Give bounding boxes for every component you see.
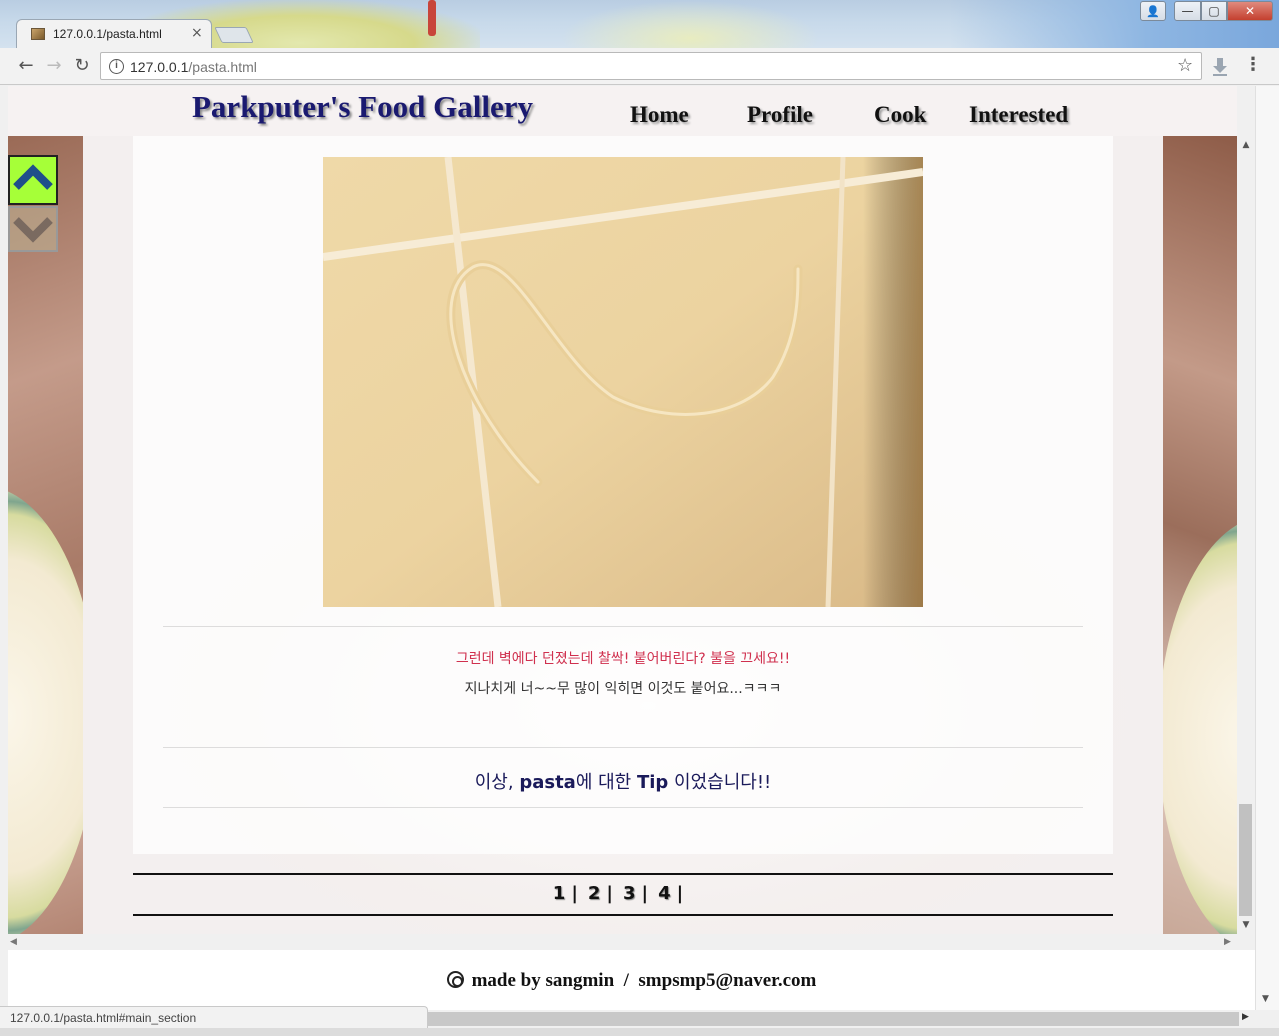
minimize-icon: — — [1181, 4, 1194, 18]
bullseye-icon — [446, 971, 464, 988]
site-footer: made by sangmin / smpsmp5@naver.com — [8, 950, 1255, 1010]
favicon-icon — [31, 28, 45, 40]
scroll-left-arrow-icon[interactable]: ◀ — [10, 934, 17, 950]
page-viewport: Parkputer's Food Gallery Home Profile Co… — [8, 86, 1237, 934]
nav-interested[interactable]: Interested — [969, 102, 1068, 128]
status-url: 127.0.0.1/pasta.html#main_section — [10, 1011, 197, 1025]
chevron-down-icon — [13, 217, 53, 243]
desktop-background-3 — [428, 0, 436, 36]
pasta-on-wall-photo — [323, 157, 923, 607]
tip-keyword-tip: Tip — [636, 772, 669, 793]
scroll-down-button[interactable] — [8, 206, 58, 252]
caption-note: 지나치게 너~~무 많이 익히면 이것도 붙어요...ㅋㅋㅋ — [464, 681, 782, 697]
scroll-right-arrow-icon[interactable]: ▶ — [1224, 934, 1231, 950]
inner-horizontal-scrollbar[interactable]: ◀ ▶ — [8, 934, 1237, 950]
window-titlebar: 127.0.0.1/pasta.html × 👤 — ▢ ✕ — [0, 0, 1279, 49]
scroll-down-arrow-icon[interactable]: ▼ — [1262, 994, 1269, 1004]
new-tab-button[interactable] — [214, 27, 254, 43]
browser-toolbar: ← → ↻ i 127.0.0.1/pasta.html ☆ ⋮ — [0, 48, 1279, 85]
scroll-down-arrow-icon[interactable]: ▼ — [1237, 916, 1255, 934]
divider — [163, 807, 1083, 808]
reload-icon[interactable]: ↻ — [70, 54, 94, 78]
nav-cook[interactable]: Cook — [874, 102, 926, 128]
info-icon[interactable]: i — [109, 59, 124, 74]
scroll-right-arrow-icon[interactable]: ▶ — [1242, 1012, 1249, 1022]
site-header: Parkputer's Food Gallery Home Profile Co… — [8, 86, 1237, 136]
chevron-up-icon — [13, 164, 53, 190]
scrollbar-thumb[interactable] — [1239, 804, 1252, 916]
tip-keyword-pasta: pasta — [519, 772, 576, 793]
footer-text: made by sangmin / smpsmp5@naver.com — [471, 970, 817, 991]
url-path: /pasta.html — [188, 59, 257, 75]
kebab-menu-icon[interactable]: ⋮ — [1244, 54, 1262, 75]
inner-vertical-scrollbar[interactable]: ▲ ▼ — [1237, 86, 1255, 934]
tip-text-2: 에 대한 — [575, 772, 637, 793]
tab-title: 127.0.0.1/pasta.html — [53, 27, 162, 41]
page-vertical-scrollbar[interactable]: ▼ — [1255, 86, 1279, 1010]
tip-text-1: 이상, — [474, 772, 520, 793]
footer-credit: made by sangmin / smpsmp5@naver.com — [8, 970, 1255, 992]
page-link-4[interactable]: 4 — [658, 883, 671, 904]
desktop-background-2 — [560, 0, 820, 48]
taskbar-edge — [0, 1028, 1279, 1036]
caption-tip: 그런데 벽에다 던졌는데 찰싹! 붙어버린다? 불을 끄세요!! — [455, 651, 791, 667]
user-icon: 👤 — [1146, 5, 1160, 18]
forward-arrow-icon[interactable]: → — [42, 54, 66, 78]
page-link-1[interactable]: 1 — [553, 883, 566, 904]
url-host: 127.0.0.1 — [130, 59, 189, 75]
bookmark-star-icon[interactable]: ☆ — [1177, 55, 1193, 76]
maximize-button[interactable]: ▢ — [1201, 1, 1227, 21]
page-separator: | — [606, 883, 613, 904]
tip-text-3: 이었습니다!! — [668, 772, 772, 793]
scroll-up-button[interactable] — [8, 155, 58, 205]
pagination: 1 | 2 | 3 | 4 | — [133, 883, 1113, 904]
pager-top-rule — [133, 873, 1113, 875]
close-window-button[interactable]: ✕ — [1227, 1, 1273, 21]
close-icon: ✕ — [1244, 4, 1256, 18]
minimize-button[interactable]: — — [1174, 1, 1201, 21]
page-link-3[interactable]: 3 — [623, 883, 636, 904]
photo-image — [323, 157, 923, 607]
page-separator: | — [641, 883, 649, 904]
divider — [163, 626, 1083, 627]
back-arrow-icon[interactable]: ← — [14, 54, 38, 78]
site-title[interactable]: Parkputer's Food Gallery — [192, 89, 533, 125]
tip-summary: 이상, pasta에 대한 Tip 이었습니다!! — [133, 768, 1113, 794]
page-horizontal-scrollbar[interactable] — [428, 1012, 1239, 1026]
url-text[interactable]: 127.0.0.1/pasta.html — [130, 59, 257, 75]
tab-close-icon[interactable]: × — [191, 25, 203, 41]
page-separator: | — [676, 883, 684, 904]
download-icon[interactable] — [1210, 56, 1230, 76]
main-section: 그런데 벽에다 던졌는데 찰싹! 붙어버린다? 불을 끄세요!! 지나치게 너~… — [133, 136, 1113, 854]
status-bar: 127.0.0.1/pasta.html#main_section — [0, 1006, 428, 1028]
maximize-icon: ▢ — [1208, 4, 1220, 18]
user-profile-button[interactable]: 👤 — [1140, 1, 1166, 21]
nav-home[interactable]: Home — [630, 102, 689, 128]
address-bar[interactable]: i 127.0.0.1/pasta.html ☆ — [100, 52, 1202, 80]
divider — [163, 747, 1083, 748]
nav-profile[interactable]: Profile — [747, 102, 813, 128]
page-separator: | — [571, 883, 578, 904]
scroll-up-arrow-icon[interactable]: ▲ — [1237, 136, 1255, 154]
browser-tab[interactable]: 127.0.0.1/pasta.html × — [16, 19, 212, 49]
pager-bottom-rule — [133, 914, 1113, 916]
page-link-2[interactable]: 2 — [588, 883, 601, 904]
